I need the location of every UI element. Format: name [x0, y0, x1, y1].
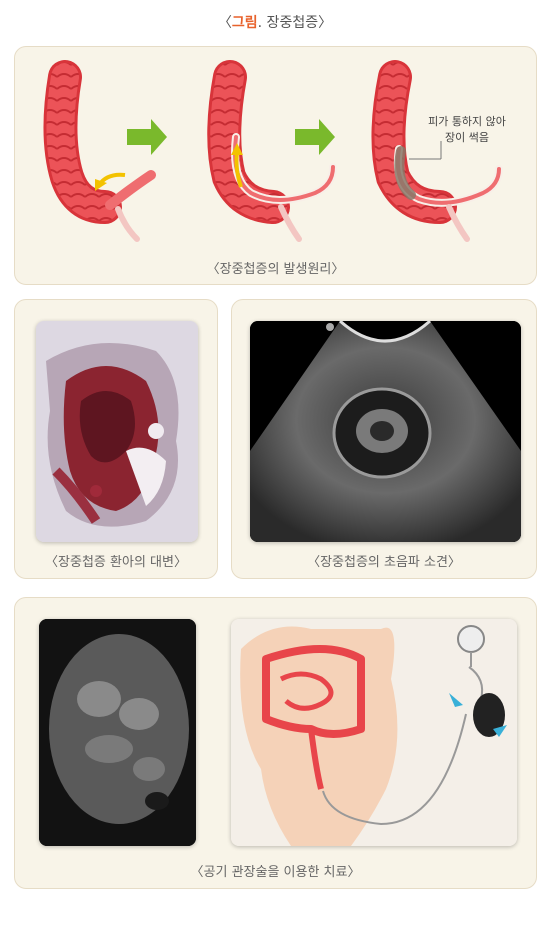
intussusception-stage-2 — [207, 60, 337, 242]
necrosis-annotation-line2: 장이 썩음 — [445, 131, 489, 144]
ultrasound-image — [250, 321, 521, 542]
mechanism-panel: 피가 통하지 않아 장이 썩음 〈장중첩증의 발생원리〉 — [14, 46, 537, 285]
mechanism-caption: 〈장중첩증의 발생원리〉 — [206, 262, 345, 277]
xray-image — [39, 619, 196, 846]
stool-panel: 〈장중첩증 환아의 대변〉 — [14, 299, 218, 579]
figure-title-close: 〉 — [318, 15, 333, 31]
intussusception-stage-1 — [43, 60, 156, 242]
stool-photo — [36, 321, 198, 542]
figure-title-text: 장중첩증 — [262, 15, 319, 31]
necrosis-annotation-line1: 피가 통하지 않아 — [428, 114, 506, 128]
intussusception-stage-3 — [371, 60, 503, 242]
figure-title: 〈그림. 장중첩증〉 — [0, 12, 550, 32]
figure-title-label: 그림 — [231, 15, 258, 31]
ultrasound-caption: 〈장중첩증의 초음파 소견〉 — [307, 555, 461, 570]
air-enema-illustration — [231, 619, 517, 846]
air-enema-panel: 〈공기 관장술을 이용한 치료〉 — [14, 597, 537, 889]
stool-caption: 〈장중첩증 환아의 대변〉 — [45, 555, 187, 570]
figure-title-open: 〈 — [217, 15, 232, 31]
air-enema-caption: 〈공기 관장술을 이용한 치료〉 — [190, 865, 361, 880]
mechanism-illustration: 피가 통하지 않아 장이 썩음 — [43, 60, 506, 242]
stage-arrow-2 — [295, 119, 335, 155]
stage-arrow-1 — [127, 119, 167, 155]
ultrasound-panel: 〈장중첩증의 초음파 소견〉 — [231, 299, 537, 579]
